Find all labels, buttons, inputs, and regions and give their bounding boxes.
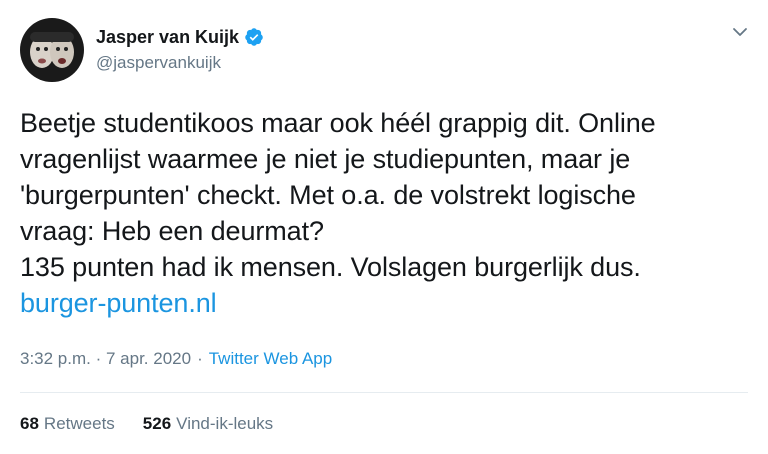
tweet-text-line: vragenlijst waarmee je niet je studiepun… bbox=[20, 144, 631, 174]
tweet-meta: 3:32 p.m. · 7 apr. 2020 · Twitter Web App bbox=[20, 347, 332, 371]
likes-count: 526 bbox=[142, 414, 172, 433]
tweet-text-line: 'burgerpunten' checkt. Met o.a. de volst… bbox=[20, 180, 636, 210]
tweet-text-line: Beetje studentikoos maar ook héél grappi… bbox=[20, 108, 656, 138]
author-name-row[interactable]: Jasper van Kuijk bbox=[96, 25, 264, 49]
tweet-link[interactable]: burger-punten.nl bbox=[20, 288, 217, 318]
author-handle[interactable]: @jaspervankuijk bbox=[96, 51, 264, 75]
author-display-name[interactable]: Jasper van Kuijk bbox=[96, 25, 239, 49]
tweet-text-line: 135 punten had ik mensen. Volslagen burg… bbox=[20, 252, 641, 282]
meta-separator: · bbox=[197, 349, 203, 368]
tweet-timestamp[interactable]: 3:32 p.m. · 7 apr. 2020 bbox=[20, 349, 191, 368]
tweet-header: Jasper van Kuijk @jaspervankuijk bbox=[20, 15, 264, 85]
retweets-label: Retweets bbox=[43, 414, 115, 433]
likes-stat[interactable]: 526 Vind-ik-leuks bbox=[143, 412, 273, 436]
tweet-source-link[interactable]: Twitter Web App bbox=[209, 349, 332, 368]
verified-badge-icon bbox=[244, 27, 264, 47]
retweets-stat[interactable]: 68 Retweets bbox=[20, 412, 115, 436]
tweet-text: Beetje studentikoos maar ook héél grappi… bbox=[20, 105, 750, 321]
likes-label: Vind-ik-leuks bbox=[176, 414, 274, 433]
chevron-down-icon[interactable] bbox=[730, 22, 750, 42]
author-avatar[interactable] bbox=[20, 18, 84, 82]
tweet-card: Jasper van Kuijk @jaspervankuijk Beetje … bbox=[0, 0, 768, 454]
tweet-stats: 68 Retweets 526 Vind-ik-leuks bbox=[20, 412, 301, 436]
tweet-text-line: vraag: Heb een deurmat? bbox=[20, 216, 324, 246]
person-avatar-icon bbox=[20, 18, 84, 82]
author-names: Jasper van Kuijk @jaspervankuijk bbox=[96, 25, 264, 75]
retweets-count: 68 bbox=[20, 414, 39, 433]
divider bbox=[20, 392, 748, 393]
